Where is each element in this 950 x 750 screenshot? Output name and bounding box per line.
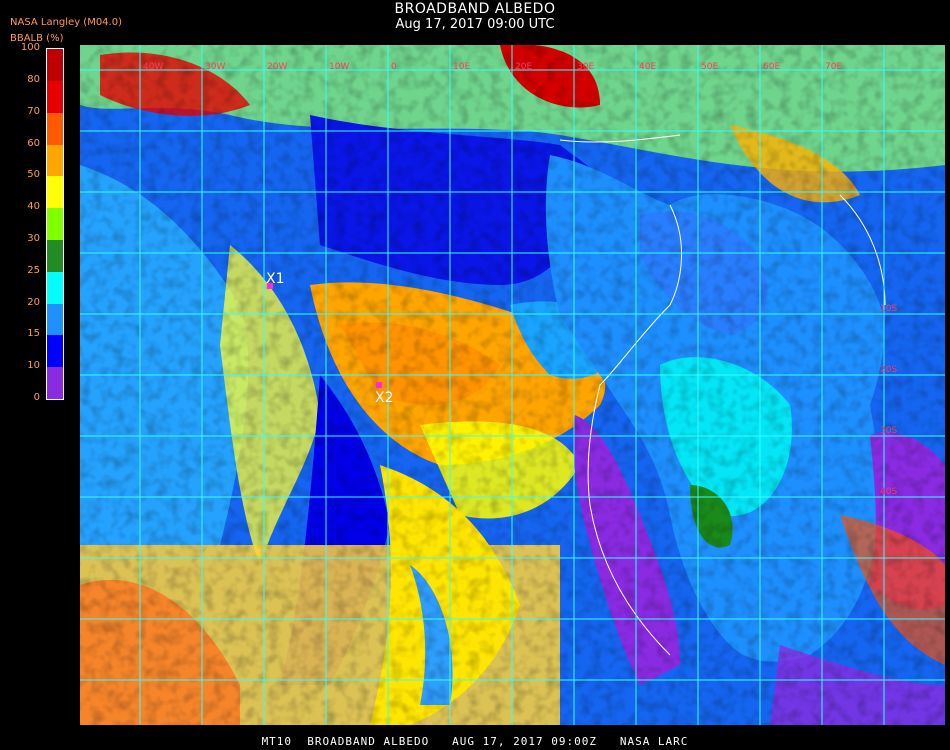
colorbar-tick-label: 0 <box>33 392 40 403</box>
colorbar-tick-label: 30 <box>27 233 40 244</box>
colorbar-segment <box>47 303 63 336</box>
colorbar-segment <box>47 240 63 272</box>
source-label: NASA Langley (M04.0) <box>10 17 122 28</box>
map-timestamp: Aug 17, 2017 09:00 UTC <box>395 17 555 32</box>
albedo-colorbar <box>46 48 64 400</box>
longitude-label: 40W <box>143 62 163 72</box>
colorbar-tick-label: 70 <box>27 105 40 117</box>
longitude-label: 0 <box>391 62 397 72</box>
albedo-map-canvas: 40W 30W 20W 10W 0 10E 20E 30E 40E 50E 60E 70E 10S 20S… <box>80 45 945 725</box>
colorbar-tick-label: 10 <box>27 360 40 372</box>
colorbar-tick-label: 20 <box>27 296 40 308</box>
colorbar-segment <box>47 208 63 240</box>
longitude-label: 60E <box>763 62 780 72</box>
marker-x2-point <box>376 382 382 388</box>
colorbar-tick-label: 25 <box>27 264 40 276</box>
colorbar-segment <box>47 144 63 177</box>
marker-x2-label: X2 <box>375 390 394 406</box>
colorbar-segment <box>47 176 63 209</box>
colorbar-tick-label: 80 <box>27 74 40 85</box>
colorbar-segment <box>47 335 63 368</box>
longitude-label: 20W <box>267 62 287 72</box>
longitude-label: 20E <box>515 62 532 72</box>
longitude-label: 70E <box>825 62 842 72</box>
longitude-label: 30E <box>577 62 594 72</box>
longitude-label: 10W <box>329 62 349 72</box>
colorbar-tick-label: 60 <box>27 137 40 149</box>
longitude-label: 10E <box>453 62 470 72</box>
colorbar-segment <box>47 49 63 81</box>
colorbar-segment <box>47 367 63 399</box>
colorbar-segment <box>47 81 63 113</box>
colorbar-segment <box>47 271 63 304</box>
colorbar-tick-label: 50 <box>27 169 40 181</box>
colorbar-segment <box>47 112 63 145</box>
longitude-label: 30W <box>205 62 225 72</box>
albedo-map[interactable]: 40W 30W 20W 10W 0 10E 20E 30E 40E 50E 60E 70E 10S 20S… <box>80 45 945 725</box>
map-title: BROADBAND ALBEDO <box>394 1 556 17</box>
longitude-label: 40E <box>639 62 656 72</box>
latitude-label: 20S <box>880 365 897 375</box>
colorbar-tick-label: 100 <box>20 42 40 53</box>
footer-caption: MT10 BROADBAND ALBEDO AUG 17, 2017 09:00… <box>261 735 689 748</box>
longitude-label: 50E <box>701 62 718 72</box>
latitude-label: 10S <box>880 304 897 314</box>
colorbar-tick-label: 40 <box>27 201 40 213</box>
marker-x1[interactable]: X1 <box>266 271 285 289</box>
latitude-label: 30S <box>880 426 897 436</box>
marker-x1-label: X1 <box>266 271 285 287</box>
latitude-label: 40S <box>880 487 897 497</box>
colorbar-tick-label: 15 <box>27 328 40 340</box>
